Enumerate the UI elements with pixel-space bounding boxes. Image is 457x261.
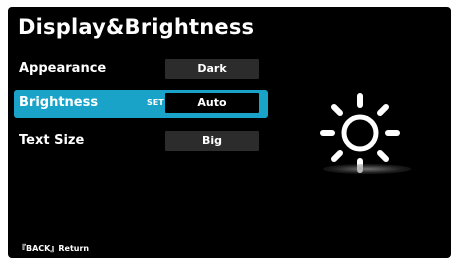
menu-item-label: Appearance (19, 61, 107, 76)
page-title: Display&Brightness (18, 15, 255, 39)
text-size-value[interactable]: Big (165, 131, 259, 151)
menu-item-appearance[interactable]: Appearance Dark (14, 56, 268, 84)
menu-item-text-size[interactable]: Text Size Big (14, 128, 268, 156)
menu-item-brightness[interactable]: Brightness SET Auto (14, 90, 268, 118)
tv-settings-screen: Display&Brightness Appearance Dark Brigh… (8, 7, 451, 258)
menu-item-label: Text Size (19, 133, 85, 148)
sun-shadow (323, 164, 411, 174)
menu-item-label: Brightness (19, 95, 99, 110)
back-return-hint: 『BACK』Return (18, 244, 90, 253)
appearance-value[interactable]: Dark (165, 59, 259, 79)
brightness-value[interactable]: Auto (165, 93, 259, 113)
set-tag: SET (147, 98, 164, 107)
